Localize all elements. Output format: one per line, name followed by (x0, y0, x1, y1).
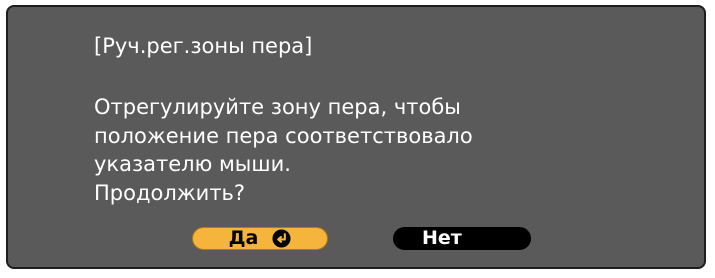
message-line: положение пера соответствовало (94, 123, 473, 148)
yes-button[interactable]: Да (192, 227, 328, 250)
message-line: Отрегулируйте зону пера, чтобы (94, 95, 461, 119)
pen-area-dialog: [Руч.рег.зоны пера] Отрегулируйте зону п… (6, 5, 706, 269)
message-line: Продолжить? (94, 180, 246, 205)
enter-icon (272, 229, 291, 248)
yes-button-label: Да (228, 227, 259, 249)
message-line: указателю мыши. (94, 152, 291, 176)
dialog-message: Отрегулируйте зону пера, чтобы положение… (94, 93, 473, 207)
no-button[interactable]: Нет (393, 227, 531, 250)
no-button-label: Нет (422, 227, 462, 249)
dialog-title: [Руч.рег.зоны пера] (94, 34, 313, 58)
